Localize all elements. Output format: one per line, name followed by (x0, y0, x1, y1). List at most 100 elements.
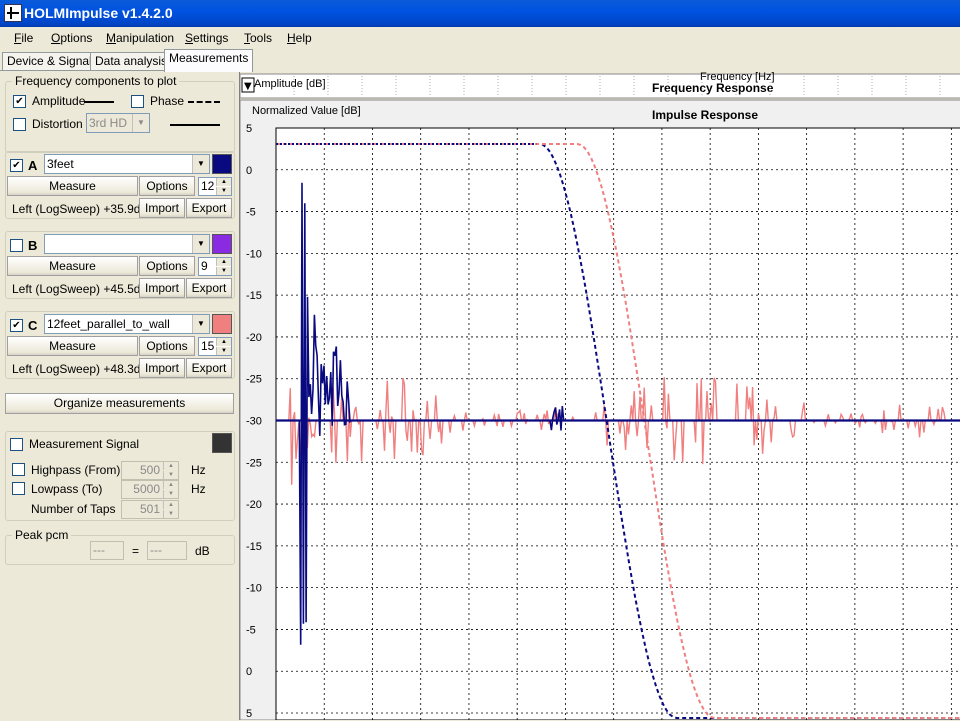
measurement-b-color[interactable] (212, 234, 232, 254)
plot-area: ▼ Amplitude [dB] Frequency [Hz] Frequenc… (239, 72, 960, 720)
spin-up-icon[interactable]: ▲ (216, 338, 231, 346)
y-tick-label: -5 (246, 207, 256, 219)
lowpass-value: 5000 (133, 482, 160, 496)
y-tick-label: -20 (246, 332, 262, 344)
spin-down-icon[interactable]: ▼ (216, 347, 231, 355)
measurement-b-group: B ▼ Measure Options 9 ▲ ▼ Left (LogSweep… (5, 231, 235, 299)
menu-help[interactable]: Help (287, 31, 312, 45)
window-title: HOLMImpulse v1.4.2.0 (24, 5, 173, 21)
measurement-a-name-value: 3feet (47, 157, 74, 171)
measurement-c-group: ✔ C 12feet_parallel_to_wall ▼ Measure Op… (5, 311, 235, 379)
distortion-select[interactable]: 3rd HD ▼ (86, 113, 150, 133)
measurement-b-checkbox[interactable] (10, 239, 23, 252)
measurement-b-taps-value: 9 (201, 259, 208, 273)
measurement-c-color[interactable] (212, 314, 232, 334)
measurement-b-measure-button[interactable]: Measure (7, 256, 138, 276)
y-tick-label: -20 (246, 499, 262, 511)
spin-up-icon[interactable]: ▲ (216, 258, 231, 266)
y-tick-label: -25 (246, 374, 262, 386)
measurement-a-options-button[interactable]: Options (139, 176, 195, 196)
spin-down-icon[interactable]: ▼ (216, 187, 231, 195)
menu-settings[interactable]: Settings (185, 31, 228, 45)
measurement-a-export-button[interactable]: Export (186, 198, 232, 218)
measurement-signal-group: Measurement Signal Highpass (From) 500 ▲… (5, 431, 235, 521)
triangle-down-icon: ▼ (244, 81, 252, 92)
y-tick-label: -30 (246, 416, 262, 428)
highpass-value: 500 (139, 463, 160, 477)
frequency-components-group: Frequency components to plot ✔ Amplitude… (5, 74, 235, 153)
measurement-c-measure-button[interactable]: Measure (7, 336, 138, 356)
measurement-a-import-button[interactable]: Import (139, 198, 185, 218)
measurement-a-checkbox[interactable]: ✔ (10, 159, 23, 172)
menu-file[interactable]: File (14, 31, 33, 45)
spin-down-icon[interactable]: ▼ (163, 490, 178, 498)
menu-options[interactable]: Options (51, 31, 92, 45)
measurement-c-name[interactable]: 12feet_parallel_to_wall ▼ (44, 314, 210, 334)
measurement-c-export-button[interactable]: Export (186, 358, 232, 378)
peak-right-value: --- (147, 541, 187, 560)
lowpass-input[interactable]: 5000 ▲ ▼ (121, 480, 179, 499)
measurement-b-options-button[interactable]: Options (139, 256, 195, 276)
distortion-select-value: 3rd HD (89, 116, 128, 130)
spin-down-icon[interactable]: ▼ (216, 267, 231, 275)
menu-tools[interactable]: Tools (244, 31, 272, 45)
measurement-signal-color[interactable] (212, 433, 232, 453)
taps-input[interactable]: 501 ▲ ▼ (121, 500, 179, 519)
peak-group: Peak pcm --- = --- dB (5, 528, 235, 565)
measurement-c-import-button[interactable]: Import (139, 358, 185, 378)
spin-up-icon[interactable]: ▲ (163, 501, 178, 509)
measurement-a-letter: A (28, 158, 38, 173)
measurement-a-name[interactable]: 3feet ▼ (44, 154, 210, 174)
frequency-title: Frequency Response (652, 81, 774, 95)
chart-canvas[interactable]: ▼ Amplitude [dB] Frequency [Hz] Frequenc… (240, 72, 960, 720)
highpass-checkbox[interactable] (12, 463, 25, 476)
y-tick-label: 5 (246, 708, 252, 720)
amplitude-line-sample (84, 101, 114, 103)
y-tick-label: 0 (246, 165, 252, 177)
spin-up-icon[interactable]: ▲ (216, 178, 231, 186)
tab-data-analysis[interactable]: Data analysis (90, 52, 173, 71)
measurement-b-export-button[interactable]: Export (186, 278, 232, 298)
measurement-b-taps[interactable]: 9 ▲ ▼ (198, 257, 232, 276)
phase-label: Phase (150, 94, 185, 108)
spin-down-icon[interactable]: ▼ (163, 471, 178, 479)
tab-measurements[interactable]: Measurements (164, 49, 254, 72)
spin-up-icon[interactable]: ▲ (163, 481, 178, 489)
tab-device-signal[interactable]: Device & Signal (2, 52, 97, 71)
phase-checkbox[interactable] (131, 95, 144, 108)
measurement-b-name[interactable]: ▼ (44, 234, 210, 254)
highpass-unit: Hz (191, 463, 206, 477)
menu-manipulation[interactable]: Manipulation (106, 31, 174, 45)
amplitude-checkbox[interactable]: ✔ (13, 95, 26, 108)
measurement-c-checkbox[interactable]: ✔ (10, 319, 23, 332)
measurement-c-options-button[interactable]: Options (139, 336, 195, 356)
measurement-b-import-button[interactable]: Import (139, 278, 185, 298)
distortion-checkbox[interactable] (13, 118, 26, 131)
distortion-line-sample (170, 124, 220, 126)
measurement-signal-checkbox[interactable] (10, 438, 23, 451)
measurement-c-taps[interactable]: 15 ▲ ▼ (198, 337, 232, 356)
frequency-ylabel: Amplitude [dB] (254, 78, 326, 90)
measurement-a-group: ✔ A 3feet ▼ Measure Options 12 ▲ ▼ Left … (5, 151, 235, 219)
distortion-label: Distortion (32, 117, 83, 131)
measurement-a-taps[interactable]: 12 ▲ ▼ (198, 177, 232, 196)
measurement-a-info: Left (LogSweep) +35.9dB (12, 202, 149, 216)
peak-equals: = (132, 544, 140, 558)
chevron-down-icon: ▼ (192, 155, 209, 173)
peak-left-value: --- (90, 541, 124, 560)
highpass-input[interactable]: 500 ▲ ▼ (121, 461, 179, 480)
measurements-panel: Frequency components to plot ✔ Amplitude… (0, 70, 238, 721)
spin-down-icon[interactable]: ▼ (163, 510, 178, 518)
peak-title: Peak pcm (12, 528, 72, 542)
measurement-signal-label: Measurement Signal (29, 437, 140, 451)
measurement-a-measure-button[interactable]: Measure (7, 176, 138, 196)
chevron-down-icon: ▼ (192, 235, 209, 253)
organize-measurements-button[interactable]: Organize measurements (5, 393, 234, 414)
spin-up-icon[interactable]: ▲ (163, 462, 178, 470)
lowpass-checkbox[interactable] (12, 482, 25, 495)
phase-line-sample (188, 101, 220, 103)
highpass-label: Highpass (From) (31, 463, 121, 477)
lowpass-unit: Hz (191, 482, 206, 496)
measurement-a-color[interactable] (212, 154, 232, 174)
taps-label: Number of Taps (31, 502, 116, 516)
